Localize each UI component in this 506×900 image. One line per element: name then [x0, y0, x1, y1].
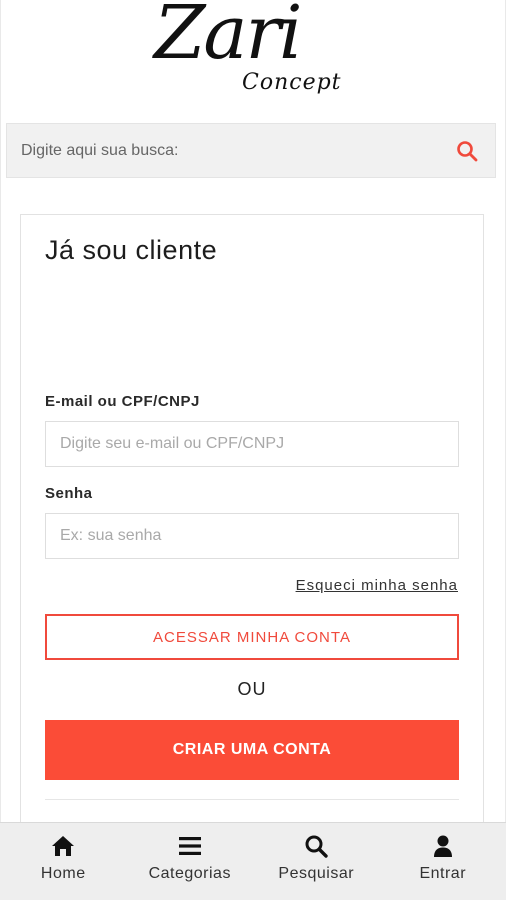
bottom-nav: Home Categorias Pesquisar Entrar — [0, 822, 506, 900]
search-placeholder[interactable]: Digite aqui sua busca: — [21, 142, 178, 160]
email-field[interactable] — [45, 421, 459, 467]
login-card: Já sou cliente E-mail ou CPF/CNPJ Senha … — [20, 214, 484, 854]
nav-item-login[interactable]: Entrar — [380, 823, 506, 900]
search-icon — [303, 833, 329, 859]
search-bar[interactable]: Digite aqui sua busca: — [6, 123, 496, 178]
create-account-label: CRIAR UMA CONTA — [172, 741, 332, 758]
zari-concept-logo[interactable]: Zari Concept — [150, 0, 350, 112]
nav-item-home[interactable]: Home — [0, 823, 127, 900]
password-field[interactable] — [45, 513, 459, 559]
nav-label-search: Pesquisar — [278, 865, 355, 882]
access-account-label: ACESSAR MINHA CONTA — [153, 628, 351, 646]
search-icon[interactable] — [455, 139, 479, 163]
divider — [45, 799, 459, 800]
menu-icon — [177, 833, 203, 859]
logo-sub-text: Concept — [242, 70, 342, 95]
header: Zari Concept — [0, 0, 506, 118]
nav-label-login: Entrar — [419, 865, 467, 882]
logo-main-text: Zari — [154, 0, 303, 76]
home-icon — [50, 833, 76, 859]
or-separator: OU — [237, 679, 267, 699]
nav-label-home: Home — [40, 865, 86, 882]
nav-label-categories: Categorias — [148, 865, 231, 882]
access-account-button[interactable]: ACESSAR MINHA CONTA — [45, 614, 459, 660]
email-label: E-mail ou CPF/CNPJ — [45, 393, 200, 410]
nav-item-categories[interactable]: Categorias — [127, 823, 254, 900]
nav-item-search[interactable]: Pesquisar — [253, 823, 380, 900]
login-title: Já sou cliente — [45, 235, 218, 265]
user-icon — [430, 833, 456, 859]
forgot-password-link[interactable]: Esqueci minha senha — [296, 577, 458, 594]
create-account-button[interactable]: CRIAR UMA CONTA — [45, 720, 459, 780]
password-label: Senha — [45, 485, 93, 502]
